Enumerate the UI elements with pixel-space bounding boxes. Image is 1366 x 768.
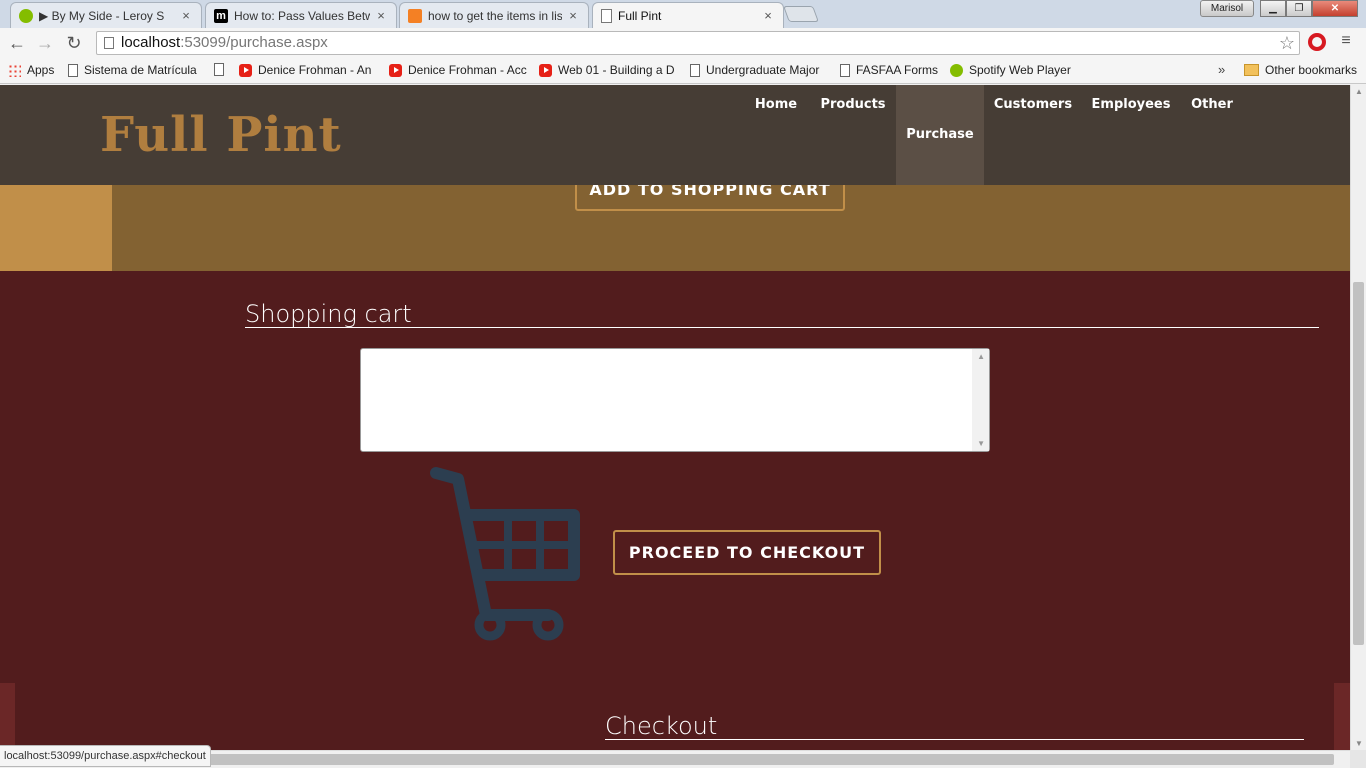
minimize-icon[interactable]: ▁: [1260, 0, 1286, 17]
bookmark-label: Denice Frohman - An: [258, 63, 372, 77]
window-controls: ▁ ❐ ✕: [1260, 0, 1358, 17]
bookmark-denice-2[interactable]: Denice Frohman - Acc: [389, 63, 527, 77]
stackoverflow-icon: [408, 8, 422, 23]
listbox-scrollbar[interactable]: ▲ ▼: [972, 349, 989, 451]
gold-band-accent: [0, 185, 112, 271]
profile-button[interactable]: Marisol: [1200, 0, 1254, 17]
scrollbar-thumb[interactable]: [1353, 282, 1364, 645]
youtube-icon: [539, 63, 552, 77]
close-tab-icon[interactable]: ×: [179, 8, 193, 23]
page-icon: [840, 63, 850, 77]
right-edge-panel: [1334, 683, 1350, 750]
page-icon: [214, 63, 224, 76]
spotify-icon: [19, 8, 33, 23]
address-bar[interactable]: localhost:53099/purchase.aspx ☆: [96, 31, 1300, 55]
site-header: Full Pint Home Products Purchase Custome…: [0, 85, 1350, 185]
scroll-down-icon[interactable]: ▼: [977, 439, 985, 448]
nav-employees[interactable]: Employees: [1082, 85, 1180, 185]
page-viewport: ADD TO SHOPPING CART Full Pint Home Prod…: [0, 85, 1350, 750]
tab-title: How to: Pass Values Betwe: [234, 8, 370, 23]
restore-icon[interactable]: ❐: [1286, 0, 1312, 17]
bookmark-label: Web 01 - Building a D: [558, 63, 675, 77]
bookmark-label: Undergraduate Major: [706, 63, 820, 77]
scroll-up-icon[interactable]: ▲: [977, 352, 985, 361]
scrollbar-corner: [1350, 750, 1366, 768]
bookmark-star-icon[interactable]: ☆: [1279, 32, 1295, 54]
bookmark-label: Spotify Web Player: [969, 63, 1071, 77]
nav-purchase[interactable]: Purchase: [896, 85, 984, 185]
bookmark-label: Apps: [27, 63, 55, 77]
nav-products[interactable]: Products: [810, 85, 896, 185]
browser-toolbar: ← → ↻ localhost:53099/purchase.aspx ☆: [0, 28, 1366, 58]
spotify-icon: [950, 63, 963, 77]
proceed-to-checkout-button[interactable]: PROCEED TO CHECKOUT: [613, 530, 881, 575]
bookmark-apps[interactable]: Apps: [8, 63, 54, 77]
apps-grid-icon: [8, 63, 21, 77]
tab-msdn[interactable]: m How to: Pass Values Betwe ×: [205, 2, 397, 28]
bookmark-label: Sistema de Matrícula: [84, 63, 197, 77]
tab-title: ▶ By My Side - Leroy S: [39, 8, 165, 23]
tab-full-pint[interactable]: Full Pint ×: [592, 2, 784, 28]
youtube-icon: [389, 63, 402, 77]
bookmark-spotify[interactable]: Spotify Web Player: [950, 63, 1071, 77]
bookmark-denice-1[interactable]: Denice Frohman - An: [239, 63, 377, 77]
bookmark-undergrad[interactable]: Undergraduate Major: [690, 63, 828, 77]
bookmark-other[interactable]: Other bookmarks: [1244, 63, 1357, 77]
url-host: localhost: [121, 34, 181, 51]
status-bubble: localhost:53099/purchase.aspx#checkout: [0, 745, 211, 767]
tab-spotify[interactable]: ▶ By My Side - Leroy S ×: [10, 2, 202, 28]
url-path: :53099/purchase.aspx: [180, 34, 328, 51]
nav-home[interactable]: Home: [742, 85, 810, 185]
shopping-cart-icon: [430, 467, 580, 641]
page-icon: [601, 8, 612, 23]
page-icon: [68, 63, 78, 77]
tab-stackoverflow[interactable]: how to get the items in lis ×: [399, 2, 589, 28]
folder-icon: [1244, 64, 1259, 76]
nav-other[interactable]: Other: [1180, 85, 1244, 185]
window-close-icon[interactable]: ✕: [1312, 0, 1358, 17]
msdn-icon: m: [214, 8, 228, 23]
new-tab-button[interactable]: [783, 6, 819, 22]
site-logo[interactable]: Full Pint: [100, 107, 342, 163]
tab-strip: ▶ By My Side - Leroy S × m How to: Pass …: [0, 0, 1366, 28]
bookmark-web01[interactable]: Web 01 - Building a D: [539, 63, 677, 77]
youtube-icon: [239, 63, 252, 77]
scroll-down-icon[interactable]: ▼: [1354, 739, 1364, 748]
opera-extension-icon[interactable]: [1308, 33, 1326, 51]
close-tab-icon[interactable]: ×: [374, 8, 388, 23]
left-edge-panel: [0, 683, 15, 750]
bookmark-fasfaa[interactable]: FASFAA Forms: [840, 63, 938, 77]
bookmark-untitled[interactable]: [214, 63, 230, 76]
scroll-up-icon[interactable]: ▲: [1354, 87, 1364, 96]
page-vertical-scrollbar[interactable]: ▲ ▼: [1350, 85, 1366, 750]
close-tab-icon[interactable]: ×: [761, 8, 775, 23]
bookmarks-bar: Apps Sistema de Matrícula Denice Frohman…: [0, 58, 1366, 84]
page-icon: [690, 63, 700, 77]
tab-title: Full Pint: [618, 8, 662, 23]
bookmark-sistema[interactable]: Sistema de Matrícula: [68, 63, 197, 77]
tab-title: how to get the items in lis: [428, 8, 562, 23]
shopping-cart-heading: Shopping cart: [245, 300, 1319, 328]
back-icon[interactable]: ←: [6, 32, 28, 54]
page-icon: [104, 37, 114, 49]
menu-icon[interactable]: ≡: [1338, 32, 1354, 50]
nav-customers[interactable]: Customers: [984, 85, 1082, 185]
close-tab-icon[interactable]: ×: [566, 8, 580, 23]
bookmarks-overflow-icon[interactable]: »: [1218, 62, 1225, 77]
bookmark-label: FASFAA Forms: [856, 63, 939, 77]
bookmark-label: Denice Frohman - Acc: [408, 63, 527, 77]
reload-icon[interactable]: ↻: [63, 32, 85, 54]
checkout-heading: Checkout: [605, 712, 1304, 740]
shopping-cart-listbox[interactable]: ▲ ▼: [360, 348, 990, 452]
bookmark-label: Other bookmarks: [1265, 63, 1358, 77]
forward-icon[interactable]: →: [34, 32, 56, 54]
